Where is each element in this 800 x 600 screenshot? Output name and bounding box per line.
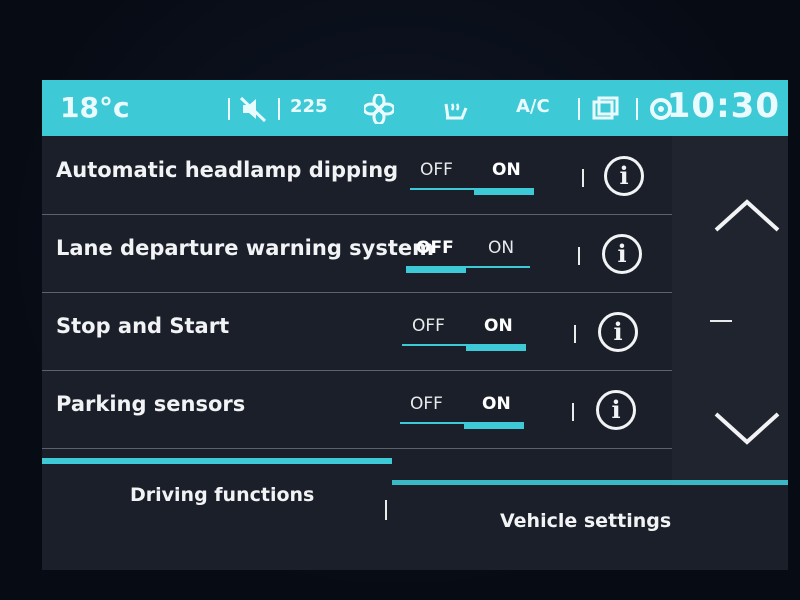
recirculation-icon[interactable]	[590, 94, 620, 124]
clock-time: 10:30	[666, 86, 780, 126]
setting-row-parking-sensors: Parking sensors OFF ON i	[42, 370, 672, 449]
toggle-selection-bar	[406, 266, 466, 273]
stop-and-start-toggle[interactable]: OFF ON	[402, 312, 526, 352]
setting-row-stop-and-start: Stop and Start OFF ON i	[42, 292, 672, 371]
toggle-off-option[interactable]: OFF	[410, 394, 443, 414]
setting-label: Lane departure warning system	[56, 236, 435, 260]
row-separator	[578, 247, 580, 265]
row-separator	[574, 325, 576, 343]
scroll-panel	[672, 136, 788, 486]
ac-label[interactable]: A/C	[516, 96, 550, 117]
fan-speed-readout: 225	[290, 96, 328, 117]
settings-list: Automatic headlamp dipping OFF ON i Lane…	[42, 136, 672, 476]
toggle-off-option[interactable]: OFF	[412, 316, 445, 336]
toggle-selection-bar	[464, 422, 524, 429]
status-separator	[578, 98, 580, 120]
setting-label: Stop and Start	[56, 314, 230, 338]
info-icon[interactable]: i	[604, 156, 644, 196]
row-separator	[582, 169, 584, 187]
setting-row-lane-departure: Lane departure warning system OFF ON i	[42, 214, 672, 293]
tab-vehicle-settings[interactable]: Vehicle settings	[500, 510, 671, 532]
seat-heat-icon[interactable]	[440, 94, 470, 124]
info-icon[interactable]: i	[596, 390, 636, 430]
setting-label: Parking sensors	[56, 392, 246, 416]
headlamp-dipping-toggle[interactable]: OFF ON	[410, 156, 534, 196]
lane-departure-toggle[interactable]: OFF ON	[406, 234, 530, 274]
status-separator	[228, 98, 230, 120]
scroll-position-indicator	[710, 320, 732, 322]
status-separator	[278, 98, 280, 120]
parking-sensors-toggle[interactable]: OFF ON	[400, 390, 524, 430]
active-tab-indicator	[42, 458, 392, 464]
info-icon[interactable]: i	[598, 312, 638, 352]
tab-driving-functions[interactable]: Driving functions	[130, 484, 314, 506]
setting-label: Automatic headlamp dipping	[56, 158, 399, 182]
setting-row-headlamp-dipping: Automatic headlamp dipping OFF ON i	[42, 136, 672, 215]
status-bar: 18°c 225 A/C 10:30	[42, 80, 788, 136]
toggle-on-option[interactable]: ON	[492, 160, 521, 180]
chevron-down-icon[interactable]	[712, 408, 782, 448]
info-icon[interactable]: i	[602, 234, 642, 274]
fan-icon[interactable]	[364, 94, 394, 124]
toggle-off-option[interactable]: OFF	[416, 238, 454, 258]
toggle-selection-bar	[466, 344, 526, 351]
toggle-off-option[interactable]: OFF	[420, 160, 453, 180]
temperature-readout[interactable]: 18°c	[60, 88, 130, 128]
tab-separator	[385, 500, 387, 520]
bottom-tab-bar: Driving functions Vehicle settings	[42, 458, 788, 570]
chevron-up-icon[interactable]	[712, 196, 782, 236]
mute-icon[interactable]	[238, 94, 268, 124]
toggle-on-option[interactable]: ON	[484, 316, 513, 336]
infotainment-screen: 18°c 225 A/C 10:30 Automatic headlamp di…	[42, 80, 788, 570]
row-separator	[572, 403, 574, 421]
toggle-selection-bar	[474, 188, 534, 195]
tab-bar-highlight	[392, 480, 788, 485]
toggle-on-option[interactable]: ON	[488, 238, 514, 258]
status-separator	[636, 98, 638, 120]
toggle-on-option[interactable]: ON	[482, 394, 511, 414]
